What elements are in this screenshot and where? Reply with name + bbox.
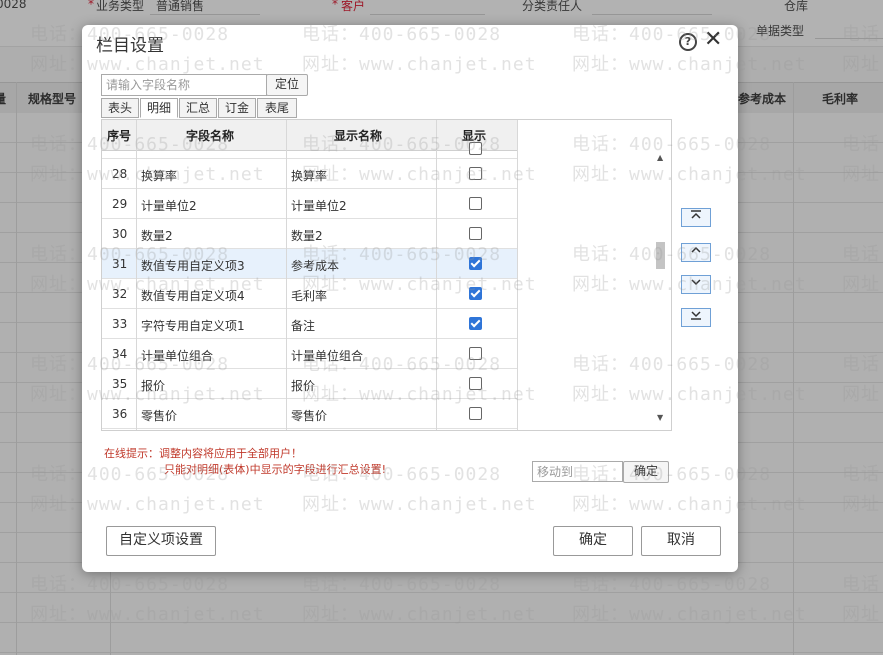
show-checkbox[interactable]: [469, 142, 482, 155]
tab-header[interactable]: 表头: [101, 98, 139, 118]
online-hint: 在线提示：调整内容将应用于全部用户！: [104, 447, 302, 460]
row-display-name: 计量单位组合: [291, 349, 364, 363]
row-display-name: 报价: [291, 379, 316, 393]
custom-items-button[interactable]: 自定义项设置: [106, 526, 216, 556]
table-scrollbar[interactable]: ▲ ▼: [654, 151, 670, 429]
row-field-name: 字符专用自定义项1: [141, 319, 245, 333]
row-field-name: 计量单位2: [141, 199, 197, 213]
table-row[interactable]: 34 计量单位组合 计量单位组合: [102, 339, 518, 369]
row-display-name: 数量2: [291, 229, 323, 243]
move-to-input[interactable]: [532, 461, 623, 482]
table-row[interactable]: 30 数量2 数量2: [102, 219, 518, 249]
table-row[interactable]: 36 零售价 零售价: [102, 399, 518, 429]
row-no: 30: [112, 227, 128, 241]
row-field-name: 零售价: [141, 409, 178, 423]
show-checkbox-checked[interactable]: [469, 257, 482, 270]
column-divider: [286, 120, 287, 430]
tab-detail[interactable]: 明细: [140, 98, 178, 118]
close-icon[interactable]: ✕: [704, 27, 722, 52]
show-checkbox[interactable]: [469, 227, 482, 240]
row-display-name: 参考成本: [291, 259, 340, 273]
chevron-up-icon: [691, 246, 701, 253]
column-settings-dialog: 栏目设置 ? ✕ 定位 表头 明细 汇总 订金 表尾 序号 字段名称 显示名称 …: [82, 25, 738, 572]
summary-hint: 只能对明细(表体)中显示的字段进行汇总设置!: [164, 463, 386, 476]
move-top-icon: [691, 210, 701, 219]
chevron-down-icon: [691, 279, 701, 286]
locate-button[interactable]: 定位: [266, 74, 308, 96]
row-display-name: 零售价: [291, 409, 328, 423]
row-field-name: 数量2: [141, 229, 173, 243]
move-up-button[interactable]: [681, 243, 711, 262]
row-display-name: 备注: [291, 319, 316, 333]
row-field-name: 数值专用自定义项3: [141, 259, 245, 273]
show-checkbox[interactable]: [469, 347, 482, 360]
move-to-top-button[interactable]: [681, 208, 711, 227]
table-row[interactable]: 32 数值专用自定义项4 毛利率: [102, 279, 518, 309]
row-field-name: 数值专用自定义项4: [141, 289, 245, 303]
show-checkbox[interactable]: [469, 167, 482, 180]
row-no: 32: [112, 287, 128, 301]
show-checkbox[interactable]: [469, 197, 482, 210]
scroll-thumb[interactable]: [656, 242, 665, 269]
row-no: 28: [112, 167, 128, 181]
row-display-name: 毛利率: [291, 289, 328, 303]
table-row[interactable]: 28 换算率 换算率: [102, 159, 518, 189]
scroll-down-arrow-icon[interactable]: ▼: [657, 413, 663, 422]
row-no: 33: [112, 317, 128, 331]
table-row[interactable]: 33 字符专用自定义项1 备注: [102, 309, 518, 339]
row-no: 36: [112, 407, 128, 421]
row-display-name: 计量单位2: [291, 199, 347, 213]
tab-deposit[interactable]: 订金: [218, 98, 256, 118]
column-divider: [136, 120, 137, 430]
row-field-name: 换算率: [141, 169, 178, 183]
field-table: 序号 字段名称 显示名称 显示 28 换算率 换算率 29 计量单位2 计量单位…: [101, 119, 672, 431]
dialog-title: 栏目设置: [96, 36, 164, 56]
show-checkbox[interactable]: [469, 407, 482, 420]
row-no: 31: [112, 257, 128, 271]
row-display-name: 换算率: [291, 169, 328, 183]
show-checkbox-checked[interactable]: [469, 287, 482, 300]
cancel-button[interactable]: 取消: [641, 526, 721, 556]
move-bottom-icon: [691, 311, 701, 320]
tab-footer[interactable]: 表尾: [257, 98, 297, 118]
show-checkbox-checked[interactable]: [469, 317, 482, 330]
help-icon[interactable]: ?: [679, 33, 697, 51]
column-divider: [517, 120, 518, 430]
table-row-selected[interactable]: 31 数值专用自定义项3 参考成本: [102, 249, 518, 279]
ok-button[interactable]: 确定: [553, 526, 633, 556]
row-no: 29: [112, 197, 128, 211]
field-search-input[interactable]: [101, 74, 267, 96]
row-no: 35: [112, 377, 128, 391]
row-no: 34: [112, 347, 128, 361]
move-to-confirm-button[interactable]: 确定: [623, 461, 669, 483]
tab-summary[interactable]: 汇总: [179, 98, 217, 118]
table-row[interactable]: 35 报价 报价: [102, 369, 518, 399]
move-down-button[interactable]: [681, 275, 711, 294]
scroll-up-arrow-icon[interactable]: ▲: [657, 153, 663, 162]
show-checkbox[interactable]: [469, 377, 482, 390]
row-field-name: 报价: [141, 379, 166, 393]
move-to-bottom-button[interactable]: [681, 308, 711, 327]
column-divider: [436, 120, 437, 430]
table-row-partial: [102, 129, 518, 159]
table-row[interactable]: 29 计量单位2 计量单位2: [102, 189, 518, 219]
row-field-name: 计量单位组合: [141, 349, 214, 363]
